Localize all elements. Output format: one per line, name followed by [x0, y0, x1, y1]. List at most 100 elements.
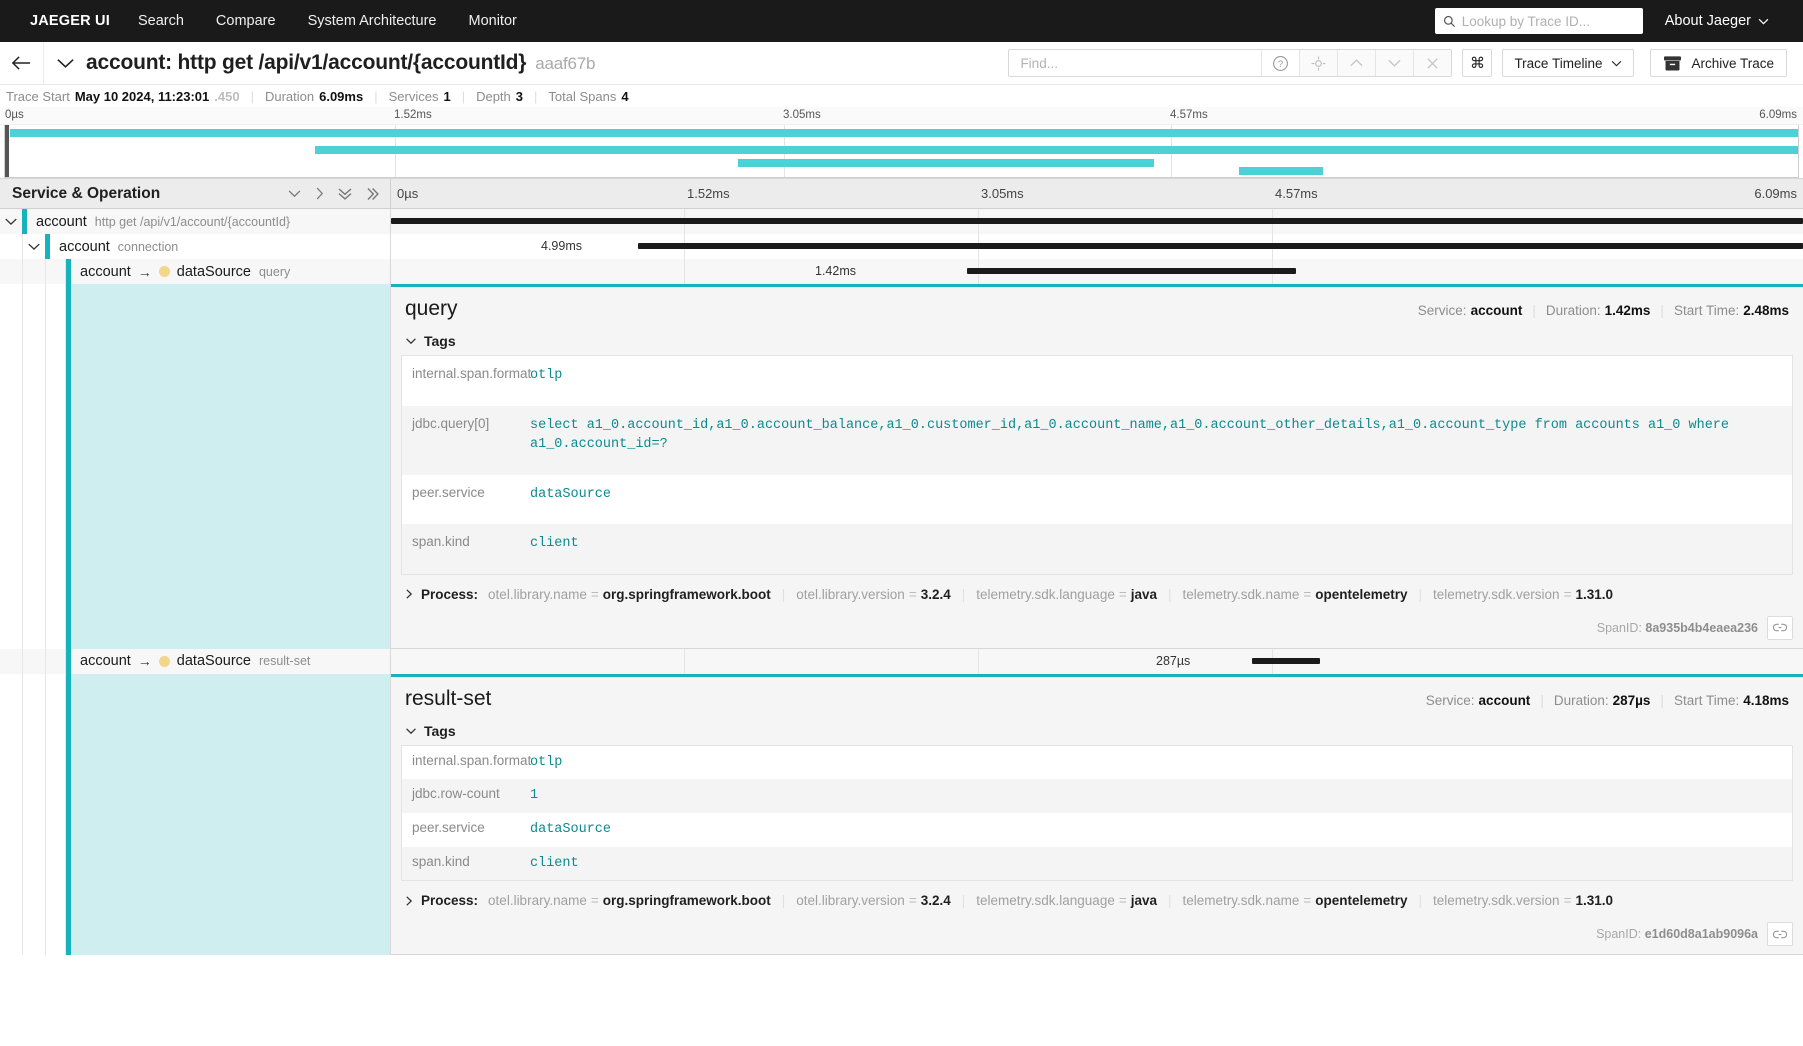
- process-tag-value: opentelemetry: [1315, 893, 1408, 909]
- process-tag-value: java: [1130, 893, 1158, 909]
- nav-link-search[interactable]: Search: [122, 13, 200, 29]
- detail-operation-title: result-set: [405, 686, 492, 710]
- meta-depth-label: Depth: [476, 88, 511, 104]
- process-tag-value: org.springframework.boot: [602, 893, 771, 909]
- tags-section-toggle[interactable]: Tags: [391, 721, 1803, 745]
- find-prev-button[interactable]: [1337, 50, 1376, 76]
- about-jaeger-menu[interactable]: About Jaeger: [1643, 13, 1785, 29]
- nav-link-monitor[interactable]: Monitor: [453, 13, 533, 29]
- table-row[interactable]: account http get /api/v1/account/{accoun…: [0, 209, 1803, 234]
- minimap-span-bar: [315, 146, 1798, 154]
- copy-span-link-button[interactable]: [1767, 615, 1793, 640]
- meta-duration: Duration 6.09ms: [265, 89, 363, 104]
- process-tag: telemetry.sdk.language = java: [976, 893, 1157, 908]
- app-brand[interactable]: JAEGER UI: [18, 13, 122, 29]
- span-duration-label: 4.99ms: [541, 239, 582, 253]
- meta-divider: |: [250, 88, 254, 104]
- tag-key: jdbc.row-count: [412, 786, 500, 802]
- meta-depth: Depth 3: [476, 89, 523, 104]
- span-duration-label: 287µs: [1156, 653, 1191, 668]
- process-tag-divider: |: [961, 893, 966, 909]
- span-peer-service-name: dataSource: [176, 263, 251, 280]
- view-mode-label: Trace Timeline: [1514, 55, 1603, 71]
- span-row-bar-area[interactable]: 1.42ms: [391, 259, 1803, 284]
- span-row-left[interactable]: account → dataSource result-set: [0, 648, 391, 674]
- timeline-column-header: Service & Operation 0µs 1.52ms 3.05ms 4.…: [0, 178, 1803, 209]
- nav-link-compare[interactable]: Compare: [200, 13, 292, 29]
- table-row[interactable]: account → dataSource result-set 287µs: [0, 648, 1803, 674]
- detail-duration-value: 1.42ms: [1604, 303, 1651, 318]
- equals-sign: =: [908, 586, 917, 602]
- find-focus-button[interactable]: [1299, 50, 1338, 76]
- double-chevron-down-icon[interactable]: [337, 187, 353, 201]
- nav-link-system-architecture[interactable]: System Architecture: [292, 13, 453, 29]
- equals-sign: =: [908, 893, 917, 909]
- span-row-bar-area[interactable]: [391, 209, 1803, 234]
- keyboard-shortcuts-button[interactable]: ⌘: [1462, 49, 1493, 77]
- timeline-tick: 4.57ms: [1275, 185, 1318, 201]
- process-tag: telemetry.sdk.version = 1.31.0: [1433, 893, 1613, 908]
- find-help-button[interactable]: ?: [1261, 50, 1300, 76]
- span-row-bar-area[interactable]: 287µs: [391, 648, 1803, 674]
- meta-depth-value: 3: [515, 88, 524, 104]
- table-row[interactable]: account connection 4.99ms: [0, 234, 1803, 259]
- process-tag-value: opentelemetry: [1315, 586, 1408, 602]
- link-icon: [1773, 929, 1787, 940]
- timeline-gridline: [684, 648, 685, 674]
- chevron-down-icon[interactable]: [287, 189, 302, 198]
- span-detail-result-set: result-set Service: account | Duration: 28…: [0, 673, 1803, 956]
- top-navigation-bar: JAEGER UI Search Compare System Architec…: [0, 0, 1803, 42]
- service-color-bar: [66, 259, 71, 284]
- span-row-left[interactable]: account http get /api/v1/account/{accoun…: [0, 209, 391, 234]
- tag-value: select a1_0.account_id,a1_0.account_bala…: [530, 417, 1729, 453]
- span-row-bar-area[interactable]: 4.99ms: [391, 234, 1803, 259]
- detail-gutters: [0, 284, 391, 649]
- meta-duration-value: 6.09ms: [319, 88, 364, 104]
- view-mode-select[interactable]: Trace Timeline: [1502, 49, 1635, 77]
- table-row[interactable]: account → dataSource query 1.42ms: [0, 259, 1803, 284]
- trace-id-lookup-input[interactable]: Lookup by Trace ID...: [1434, 8, 1643, 34]
- timeline-tick: 0µs: [397, 185, 419, 201]
- minimap-canvas[interactable]: [4, 125, 1799, 178]
- span-duration-label: 1.42ms: [815, 264, 856, 278]
- span-id-text: SpanID: e1d60d8a1ab9096a: [1596, 927, 1758, 941]
- span-expand-toggle[interactable]: [0, 217, 22, 226]
- indent-cell: [0, 673, 23, 956]
- indent-cell: [23, 673, 46, 956]
- minimap-drag-handle-left[interactable]: [5, 125, 9, 177]
- chevron-right-icon[interactable]: [315, 186, 324, 201]
- process-section[interactable]: Process: otel.library.name = org.springfra…: [391, 881, 1803, 916]
- trace-minimap[interactable]: 0µs 1.52ms 3.05ms 4.57ms 6.09ms: [0, 107, 1803, 179]
- span-row-left[interactable]: account connection: [0, 234, 391, 259]
- service-operation-header: Service & Operation: [0, 178, 391, 209]
- span-row-left[interactable]: account → dataSource query: [0, 259, 391, 284]
- timeline-tick: 1.52ms: [687, 185, 730, 201]
- tag-row: internal.span.format otlp: [402, 356, 1792, 406]
- process-tag-key: otel.library.name: [488, 586, 587, 602]
- process-tag: otel.library.name = org.springframework.bo…: [488, 587, 771, 602]
- find-clear-button[interactable]: [1413, 50, 1452, 76]
- span-id-row: SpanID: e1d60d8a1ab9096a: [391, 916, 1803, 948]
- find-next-button[interactable]: [1375, 50, 1414, 76]
- toggle-trace-detail-button[interactable]: [44, 42, 86, 84]
- find-input[interactable]: Find...: [1009, 50, 1261, 76]
- archive-trace-button[interactable]: Archive Trace: [1650, 49, 1787, 77]
- meta-divider: |: [461, 88, 466, 104]
- double-chevron-right-icon[interactable]: [366, 186, 380, 202]
- span-id-label: SpanID:: [1596, 620, 1642, 635]
- span-id-value: 8a935b4b4eaea236: [1645, 620, 1758, 635]
- timeline-tick-header: 0µs 1.52ms 3.05ms 4.57ms 6.09ms: [391, 179, 1803, 209]
- tag-row: span.kind client: [402, 846, 1792, 881]
- span-expand-toggle[interactable]: [23, 242, 45, 251]
- tag-value: dataSource: [530, 486, 612, 502]
- copy-span-link-button[interactable]: [1767, 922, 1793, 947]
- trace-metadata-row: Trace Start May 10 2024, 11:23:01.450 | D…: [0, 85, 1803, 107]
- chevron-down-icon: [1387, 58, 1402, 68]
- process-section[interactable]: Process: otel.library.name = org.springfra…: [391, 575, 1803, 610]
- detail-meta-divider: |: [1660, 303, 1664, 318]
- tag-row: span.kind client: [402, 524, 1792, 574]
- back-button[interactable]: [0, 42, 44, 84]
- tags-section-toggle[interactable]: Tags: [391, 331, 1803, 355]
- chevron-right-icon: [405, 895, 413, 907]
- peer-service-dot-icon: [158, 266, 170, 277]
